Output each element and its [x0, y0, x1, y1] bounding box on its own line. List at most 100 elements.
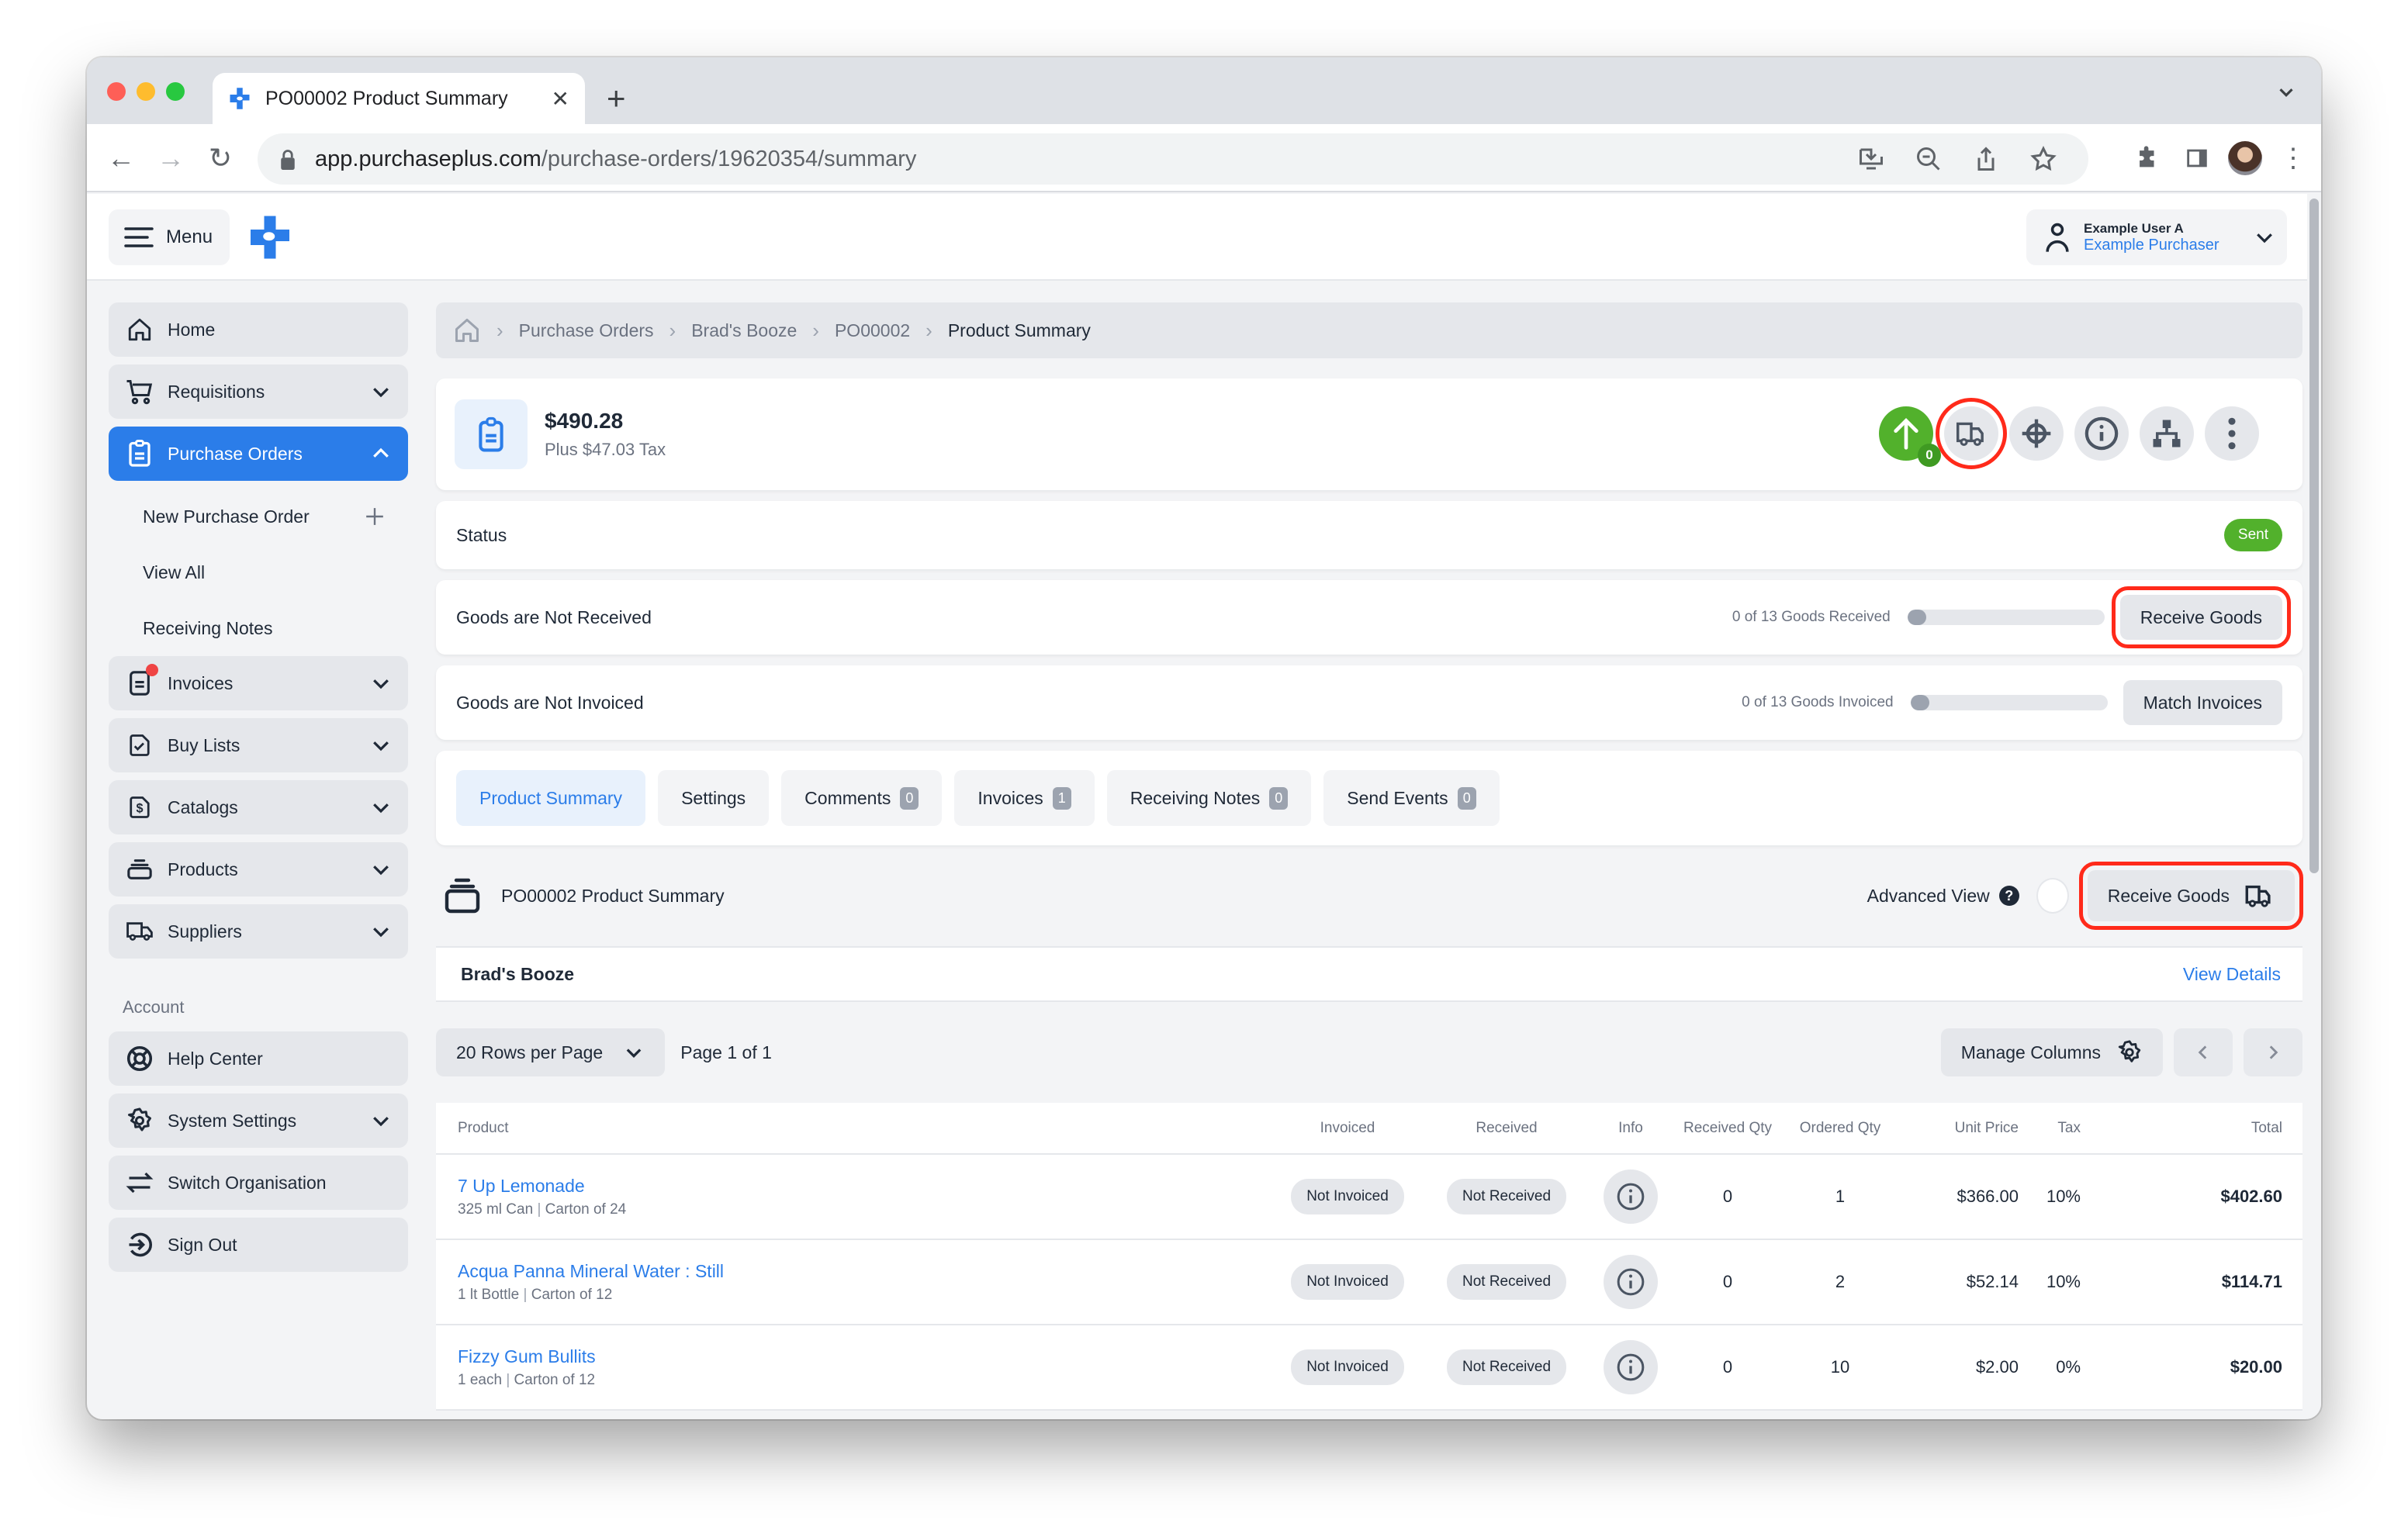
sidebar-item-products[interactable]: Products — [109, 842, 408, 897]
received-row: Goods are Not Received 0 of 13 Goods Rec… — [436, 580, 2302, 655]
receive-goods-icon-button[interactable] — [1936, 398, 2007, 469]
sidebar-item-home[interactable]: Home — [109, 302, 408, 357]
invoiced-status-pill: Not Invoiced — [1291, 1179, 1404, 1214]
manage-columns-button[interactable]: Manage Columns — [1940, 1028, 2163, 1076]
chevron-down-icon — [373, 741, 389, 751]
sidebar-item-invoices[interactable]: Invoices — [109, 656, 408, 710]
new-tab-button[interactable]: + — [607, 79, 626, 118]
back-button[interactable]: ← — [102, 140, 140, 177]
rows-per-page-select[interactable]: 20 Rows per Page — [436, 1028, 666, 1076]
breadcrumb-link[interactable]: Brad's Booze — [691, 320, 797, 341]
page-scrollbar[interactable] — [2307, 194, 2321, 1419]
sidebar-subitem-receiving-notes[interactable]: Receiving Notes — [109, 600, 408, 656]
sidebar-item-sign-out[interactable]: Sign Out — [109, 1218, 408, 1272]
browser-menu-icon[interactable]: ⋮ — [2275, 140, 2312, 177]
home-icon[interactable] — [453, 316, 481, 344]
product-name-link[interactable]: Fizzy Gum Bullits — [458, 1346, 1274, 1367]
user-menu-button[interactable]: Example User A Example Purchaser — [2026, 209, 2287, 265]
product-info-button[interactable] — [1604, 1170, 1658, 1224]
next-page-button[interactable] — [2244, 1028, 2302, 1076]
column-header[interactable]: Product — [436, 1103, 1274, 1155]
close-tab-icon[interactable]: ✕ — [552, 86, 569, 112]
column-header[interactable]: Ordered Qty — [1786, 1103, 1894, 1155]
bookmark-star-icon[interactable] — [2029, 145, 2057, 173]
zoom-out-icon[interactable] — [1915, 145, 1943, 173]
maximize-window-button[interactable] — [166, 82, 185, 101]
column-header[interactable]: Tax — [2019, 1103, 2096, 1155]
breadcrumb-link[interactable]: PO00002 — [835, 320, 910, 341]
product-info-button[interactable] — [1604, 1255, 1658, 1309]
product-name-link[interactable]: 7 Up Lemonade — [458, 1176, 1274, 1197]
tab-receiving-notes[interactable]: Receiving Notes 0 — [1106, 770, 1312, 826]
side-panel-icon[interactable] — [2178, 140, 2216, 177]
column-header[interactable]: Received — [1421, 1103, 1592, 1155]
purchaseplus-logo[interactable] — [247, 214, 293, 261]
product-info-button[interactable] — [1604, 1340, 1658, 1394]
menu-button[interactable]: Menu — [109, 209, 230, 265]
tab-settings[interactable]: Settings — [658, 770, 770, 826]
profile-avatar[interactable] — [2226, 140, 2264, 177]
column-header[interactable]: Info — [1592, 1103, 1669, 1155]
sidebar: Home Requisitions Purchase Orders New Pu… — [109, 302, 408, 1280]
sidebar-subitem-view-all[interactable]: View All — [109, 544, 408, 600]
view-details-link[interactable]: View Details — [2183, 964, 2281, 985]
invoiced-status-pill: Not Invoiced — [1291, 1349, 1404, 1385]
sidebar-item-purchase-orders[interactable]: Purchase Orders — [109, 427, 408, 481]
breadcrumb-separator: › — [669, 318, 676, 342]
sidebar-item-buy-lists[interactable]: Buy Lists — [109, 718, 408, 772]
tab-send-events[interactable]: Send Events 0 — [1323, 770, 1500, 826]
extensions-icon[interactable] — [2129, 140, 2166, 177]
receive-goods-secondary-button[interactable]: Receive Goods — [2078, 862, 2304, 930]
more-options-button[interactable] — [2205, 406, 2259, 461]
chevron-down-icon — [373, 803, 389, 814]
breadcrumb: › Purchase Orders › Brad's Booze › PO000… — [436, 302, 2302, 358]
approval-button[interactable]: 0 — [1879, 406, 1941, 467]
sidebar-item-switch-organisation[interactable]: Switch Organisation — [109, 1156, 408, 1210]
received-progress-bar — [1907, 610, 2105, 625]
url-bar[interactable]: app.purchaseplus.com/purchase-orders/196… — [258, 133, 2088, 185]
button-label: Receive Goods — [2107, 885, 2230, 906]
address-bar-row: ← → ↻ app.purchaseplus.com/purchase-orde… — [87, 124, 2321, 192]
column-header[interactable]: Invoiced — [1274, 1103, 1421, 1155]
sidebar-subitem-new-purchase-order[interactable]: New Purchase Order — [109, 489, 408, 544]
previous-page-button[interactable] — [2174, 1028, 2233, 1076]
sidebar-item-requisitions[interactable]: Requisitions — [109, 364, 408, 419]
info-button[interactable] — [2074, 406, 2129, 461]
sidebar-subitem-label: View All — [143, 561, 206, 582]
hierarchy-button[interactable] — [2140, 406, 2194, 461]
invoiced-progress-bar — [1910, 695, 2108, 710]
tab-search-chevron-icon[interactable] — [2275, 81, 2298, 104]
ordered-qty: 10 — [1786, 1325, 1894, 1411]
column-header[interactable]: Unit Price — [1894, 1103, 2019, 1155]
receive-goods-button[interactable]: Receive Goods — [2111, 586, 2292, 648]
forward-button[interactable]: → — [152, 140, 189, 177]
column-header[interactable]: Received Qty — [1669, 1103, 1786, 1155]
sidebar-item-help-center[interactable]: Help Center — [109, 1031, 408, 1086]
tab-product-summary[interactable]: Product Summary — [456, 770, 646, 826]
close-window-button[interactable] — [107, 82, 126, 101]
sidebar-item-label: Invoices — [168, 672, 234, 693]
product-size: 1 lt Bottle — [458, 1286, 520, 1303]
app-header: Menu Example User A Example Purchaser — [87, 194, 2321, 281]
sidebar-item-catalogs[interactable]: $ Catalogs — [109, 780, 408, 834]
tab-comments[interactable]: Comments 0 — [781, 770, 943, 826]
tab-invoices[interactable]: Invoices 1 — [954, 770, 1095, 826]
target-button[interactable] — [2009, 406, 2064, 461]
received-status-label: Goods are Not Received — [456, 606, 652, 627]
sidebar-item-system-settings[interactable]: System Settings — [109, 1093, 408, 1148]
help-question-icon[interactable]: ? — [1998, 886, 2019, 906]
share-icon[interactable] — [1972, 145, 2000, 173]
minimize-window-button[interactable] — [137, 82, 155, 101]
product-name-link[interactable]: Acqua Panna Mineral Water : Still — [458, 1261, 1274, 1282]
sidebar-item-suppliers[interactable]: Suppliers — [109, 904, 408, 959]
browser-tab[interactable]: PO00002 Product Summary ✕ — [213, 73, 585, 124]
reload-button[interactable]: ↻ — [202, 140, 239, 177]
advanced-view-toggle[interactable] — [2036, 878, 2069, 914]
breadcrumb-link[interactable]: Purchase Orders — [519, 320, 654, 341]
scrollbar-thumb[interactable] — [2309, 199, 2319, 873]
install-app-icon[interactable] — [1857, 145, 1885, 173]
match-invoices-button[interactable]: Match Invoices — [2123, 680, 2282, 725]
plus-icon[interactable] — [365, 506, 385, 527]
column-header[interactable]: Total — [2096, 1103, 2302, 1155]
breadcrumb-separator: › — [496, 318, 503, 342]
